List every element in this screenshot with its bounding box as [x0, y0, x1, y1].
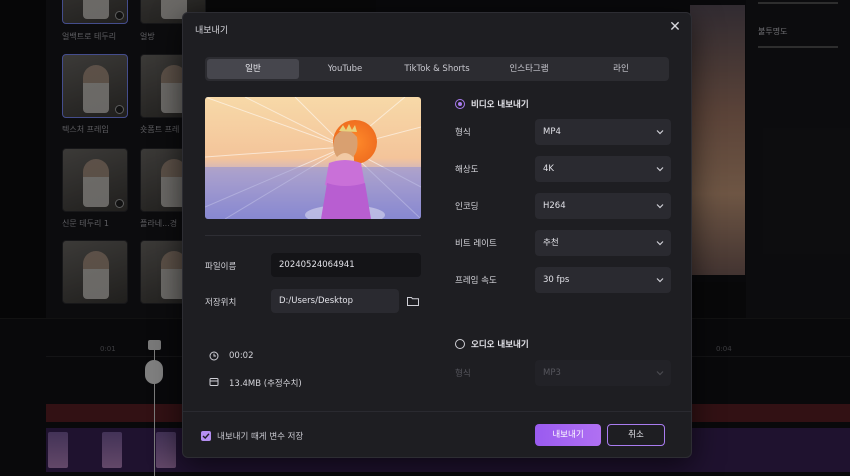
- chevron-down-icon: [656, 278, 664, 283]
- tab-general[interactable]: 일반: [207, 59, 299, 79]
- save-path-input[interactable]: D:/Users/Desktop: [271, 289, 399, 313]
- remember-settings-checkbox[interactable]: [201, 431, 211, 441]
- encoding-select[interactable]: H264: [535, 193, 671, 219]
- format-value: MP4: [543, 127, 561, 137]
- encoding-label: 인코딩: [455, 202, 479, 212]
- chevron-down-icon: [656, 241, 664, 246]
- format-label: 형식: [455, 128, 471, 138]
- resolution-value: 4K: [543, 164, 554, 174]
- file-name-label: 파일이름: [205, 262, 237, 272]
- bitrate-value: 추천: [543, 238, 559, 248]
- tab-instagram[interactable]: 인스타그램: [483, 59, 575, 79]
- folder-icon[interactable]: [407, 296, 419, 306]
- chevron-down-icon: [656, 130, 664, 135]
- export-preview-thumbnail: [205, 97, 421, 219]
- chevron-down-icon: [656, 371, 664, 376]
- save-path-label: 저장위치: [205, 298, 237, 308]
- audio-format-label: 형식: [455, 369, 471, 379]
- clock-icon: [209, 351, 219, 361]
- frame-rate-label: 프레임 속도: [455, 276, 497, 286]
- file-size-icon: [209, 378, 219, 386]
- resolution-select[interactable]: 4K: [535, 156, 671, 182]
- close-icon[interactable]: ✕: [667, 19, 683, 35]
- chevron-down-icon: [656, 204, 664, 209]
- video-export-label: 비디오 내보내기: [471, 100, 529, 110]
- export-dialog: 내보내기 ✕ 일반 YouTube TikTok & Shorts 인스타그램 …: [182, 12, 692, 458]
- export-tabs: 일반 YouTube TikTok & Shorts 인스타그램 라인: [205, 57, 669, 81]
- frame-rate-select[interactable]: 30 fps: [535, 267, 671, 293]
- tab-line[interactable]: 라인: [575, 59, 667, 79]
- cancel-button[interactable]: 취소: [607, 424, 665, 446]
- dialog-title: 내보내기: [195, 26, 229, 36]
- resolution-label: 해상도: [455, 165, 479, 175]
- audio-format-value: MP3: [543, 368, 561, 378]
- encoding-value: H264: [543, 201, 566, 211]
- footer-divider: [183, 411, 691, 412]
- duration-text: 00:02: [229, 351, 254, 361]
- audio-format-select[interactable]: MP3: [535, 360, 671, 386]
- export-button[interactable]: 내보내기: [535, 424, 601, 446]
- chevron-down-icon: [656, 167, 664, 172]
- bitrate-select[interactable]: 추천: [535, 230, 671, 256]
- format-select[interactable]: MP4: [535, 119, 671, 145]
- file-size-text: 13.4MB (추정수치): [229, 379, 302, 389]
- tab-youtube[interactable]: YouTube: [299, 59, 391, 79]
- audio-export-radio[interactable]: [455, 339, 465, 349]
- checkmark-icon: [202, 433, 210, 439]
- video-export-radio[interactable]: [455, 99, 465, 109]
- file-name-input[interactable]: 20240524064941: [271, 253, 421, 277]
- divider: [205, 235, 421, 236]
- audio-export-label: 오디오 내보내기: [471, 340, 529, 350]
- tab-tiktok-shorts[interactable]: TikTok & Shorts: [391, 59, 483, 79]
- bitrate-label: 비트 레이트: [455, 239, 497, 249]
- frame-rate-value: 30 fps: [543, 275, 570, 285]
- remember-settings-label: 내보내기 때게 변수 저장: [217, 432, 304, 442]
